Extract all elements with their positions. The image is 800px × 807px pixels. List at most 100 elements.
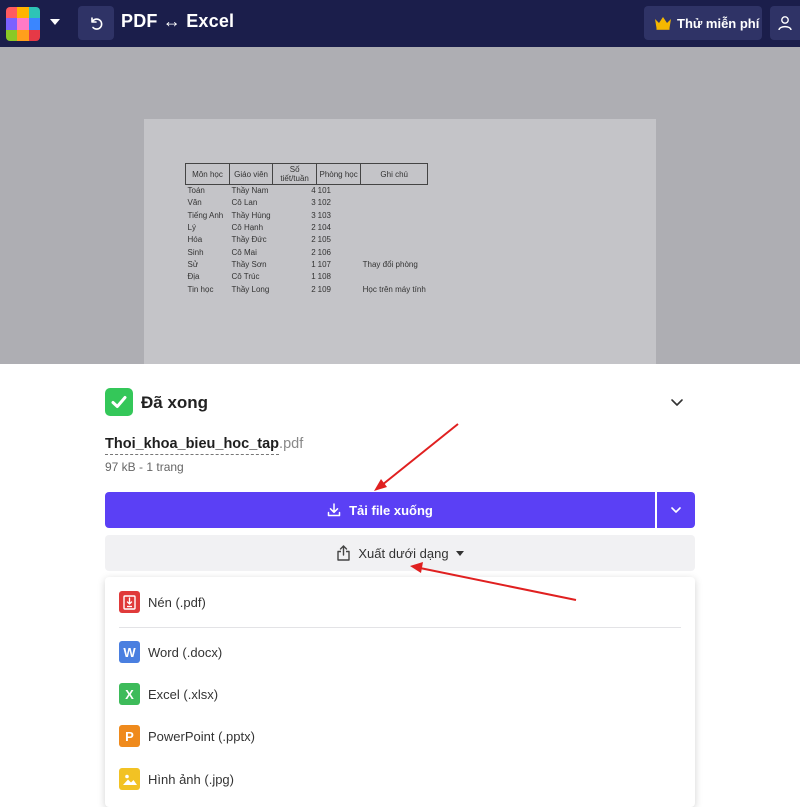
table-cell xyxy=(361,234,428,246)
logo-tile xyxy=(17,18,29,30)
menu-item-label: Excel (.xlsx) xyxy=(148,686,219,702)
table-cell: Cô Trúc xyxy=(231,272,260,282)
table-cell: Toán xyxy=(187,186,205,196)
menu-item-word[interactable]: W Word (.docx) xyxy=(105,634,695,670)
app-logo-icon xyxy=(6,7,40,41)
menu-item-label: PowerPoint (.pptx) xyxy=(148,728,255,744)
caret-down-icon xyxy=(455,550,464,556)
table-cell: Thầy Sơn xyxy=(231,259,267,269)
document-page-thumbnail: Môn học Giáo viên Số tiết/tuần Phòng học… xyxy=(144,119,656,364)
table-cell: Thầy Long xyxy=(231,284,270,294)
export-format-menu: Nén (.pdf) W Word (.docx) X Excel (.xlsx… xyxy=(105,577,695,807)
table-cell: Văn xyxy=(187,198,202,208)
table-cell: Hóa xyxy=(187,235,203,245)
table-cell: 1 xyxy=(311,259,316,269)
table-cell: 2 xyxy=(311,223,316,233)
tool-title: PDF ↔ Excel xyxy=(121,11,235,31)
table-cell: 105 xyxy=(317,235,331,245)
menu-item-image[interactable]: Hình ảnh (.jpg) xyxy=(105,761,695,797)
file-name-base[interactable]: Thoi_khoa_bieu_hoc_tap xyxy=(105,436,280,455)
user-icon xyxy=(778,16,792,31)
image-icon xyxy=(119,768,140,790)
download-label: Tải file xuống xyxy=(349,502,433,518)
export-as-label: Xuất dưới dạng xyxy=(358,545,449,561)
result-panel: Đã xong Thoi_khoa_bieu_hoc_tap.pdf 97 kB… xyxy=(0,364,800,807)
table-cell: Học trên máy tính xyxy=(362,284,426,294)
export-as-button[interactable]: Xuất dưới dạng xyxy=(105,535,695,571)
table-row: Địa Cô Trúc 1 108 xyxy=(186,271,428,283)
download-options-button[interactable] xyxy=(657,492,695,528)
compress-pdf-icon xyxy=(119,591,140,613)
table-row: Sử Thầy Sơn 1 107 Thay đổi phòng xyxy=(186,258,428,270)
table-cell: Cô Hạnh xyxy=(231,223,264,233)
timetable: Môn học Giáo viên Số tiết/tuần Phòng học… xyxy=(185,163,429,295)
table-header-cell: Môn học xyxy=(185,163,230,185)
table-cell: 104 xyxy=(317,223,331,233)
table-header-cell: Ghi chú xyxy=(360,163,429,185)
menu-item-compress-pdf[interactable]: Nén (.pdf) xyxy=(105,584,695,620)
crown-icon xyxy=(655,17,671,30)
table-cell: Tiếng Anh xyxy=(187,210,224,220)
undo-button[interactable] xyxy=(78,6,114,40)
chevron-down-icon[interactable] xyxy=(669,394,685,410)
table-cell: 106 xyxy=(317,247,331,257)
menu-item-excel[interactable]: X Excel (.xlsx) xyxy=(105,676,695,712)
logo-tile xyxy=(28,18,40,30)
word-icon: W xyxy=(119,641,140,663)
table-row: Hóa Thầy Đức 2 105 xyxy=(186,234,428,246)
download-icon xyxy=(327,503,341,517)
menu-item-label: Nén (.pdf) xyxy=(148,594,206,610)
table-header-cell: Giáo viên xyxy=(228,163,274,185)
table-cell: Tin học xyxy=(187,284,214,294)
table-cell xyxy=(361,221,428,233)
status-label: Đã xong xyxy=(141,393,209,412)
free-trial-label: Thử miễn phí xyxy=(677,15,760,31)
table-cell: 1 xyxy=(311,272,316,282)
share-icon xyxy=(337,545,351,561)
table-cell: 101 xyxy=(317,186,331,196)
table-cell: 3 xyxy=(311,210,316,220)
table-header-cell: Phòng học xyxy=(316,163,362,185)
caret-down-icon xyxy=(50,19,60,25)
download-button[interactable]: Tải file xuống xyxy=(105,492,655,528)
table-cell: Thầy Đức xyxy=(231,235,267,245)
logo-tile xyxy=(6,29,18,41)
table-cell: Địa xyxy=(187,272,200,282)
table-cell: 3 xyxy=(311,198,316,208)
table-cell: Sử xyxy=(187,259,199,269)
table-cell: Thầy Nam xyxy=(231,186,269,196)
table-cell: 102 xyxy=(317,198,331,208)
table-row: Tiếng Anh Thầy Hùng 3 103 xyxy=(186,209,428,221)
logo-tile xyxy=(6,18,18,30)
app-menu-button[interactable] xyxy=(0,0,70,47)
table-cell: 103 xyxy=(317,210,331,220)
table-header-cell: Số tiết/tuần xyxy=(272,163,318,185)
table-cell: 2 xyxy=(311,247,316,257)
account-button[interactable] xyxy=(770,6,800,40)
table-cell xyxy=(361,209,428,221)
logo-tile xyxy=(28,7,40,19)
table-cell: Lý xyxy=(187,223,196,233)
table-cell: Cô Lan xyxy=(231,198,258,208)
logo-tile xyxy=(28,29,40,41)
logo-tile xyxy=(17,7,29,19)
file-extension: .pdf xyxy=(279,436,304,452)
table-cell: 109 xyxy=(317,284,331,294)
checkmark-icon xyxy=(105,388,133,416)
menu-item-powerpoint[interactable]: P PowerPoint (.pptx) xyxy=(105,718,695,754)
table-cell: Sinh xyxy=(187,247,204,257)
table-cell: 4 xyxy=(311,186,316,196)
table-cell: 2 xyxy=(311,284,316,294)
table-cell xyxy=(361,246,428,258)
table-row: Tin học Thầy Long 2 109 Học trên máy tính xyxy=(186,283,428,295)
table-cell xyxy=(361,271,428,283)
table-cell: 2 xyxy=(311,235,316,245)
file-name[interactable]: Thoi_khoa_bieu_hoc_tap.pdf xyxy=(105,436,304,455)
excel-icon: X xyxy=(119,683,140,705)
free-trial-button[interactable]: Thử miễn phí xyxy=(644,6,762,40)
table-header-row: Môn học Giáo viên Số tiết/tuần Phòng học… xyxy=(185,163,429,185)
undo-icon xyxy=(91,17,103,30)
status-row: Đã xong xyxy=(105,388,695,418)
file-meta: 97 kB - 1 trang xyxy=(105,460,184,474)
menu-item-label: Word (.docx) xyxy=(148,644,223,660)
